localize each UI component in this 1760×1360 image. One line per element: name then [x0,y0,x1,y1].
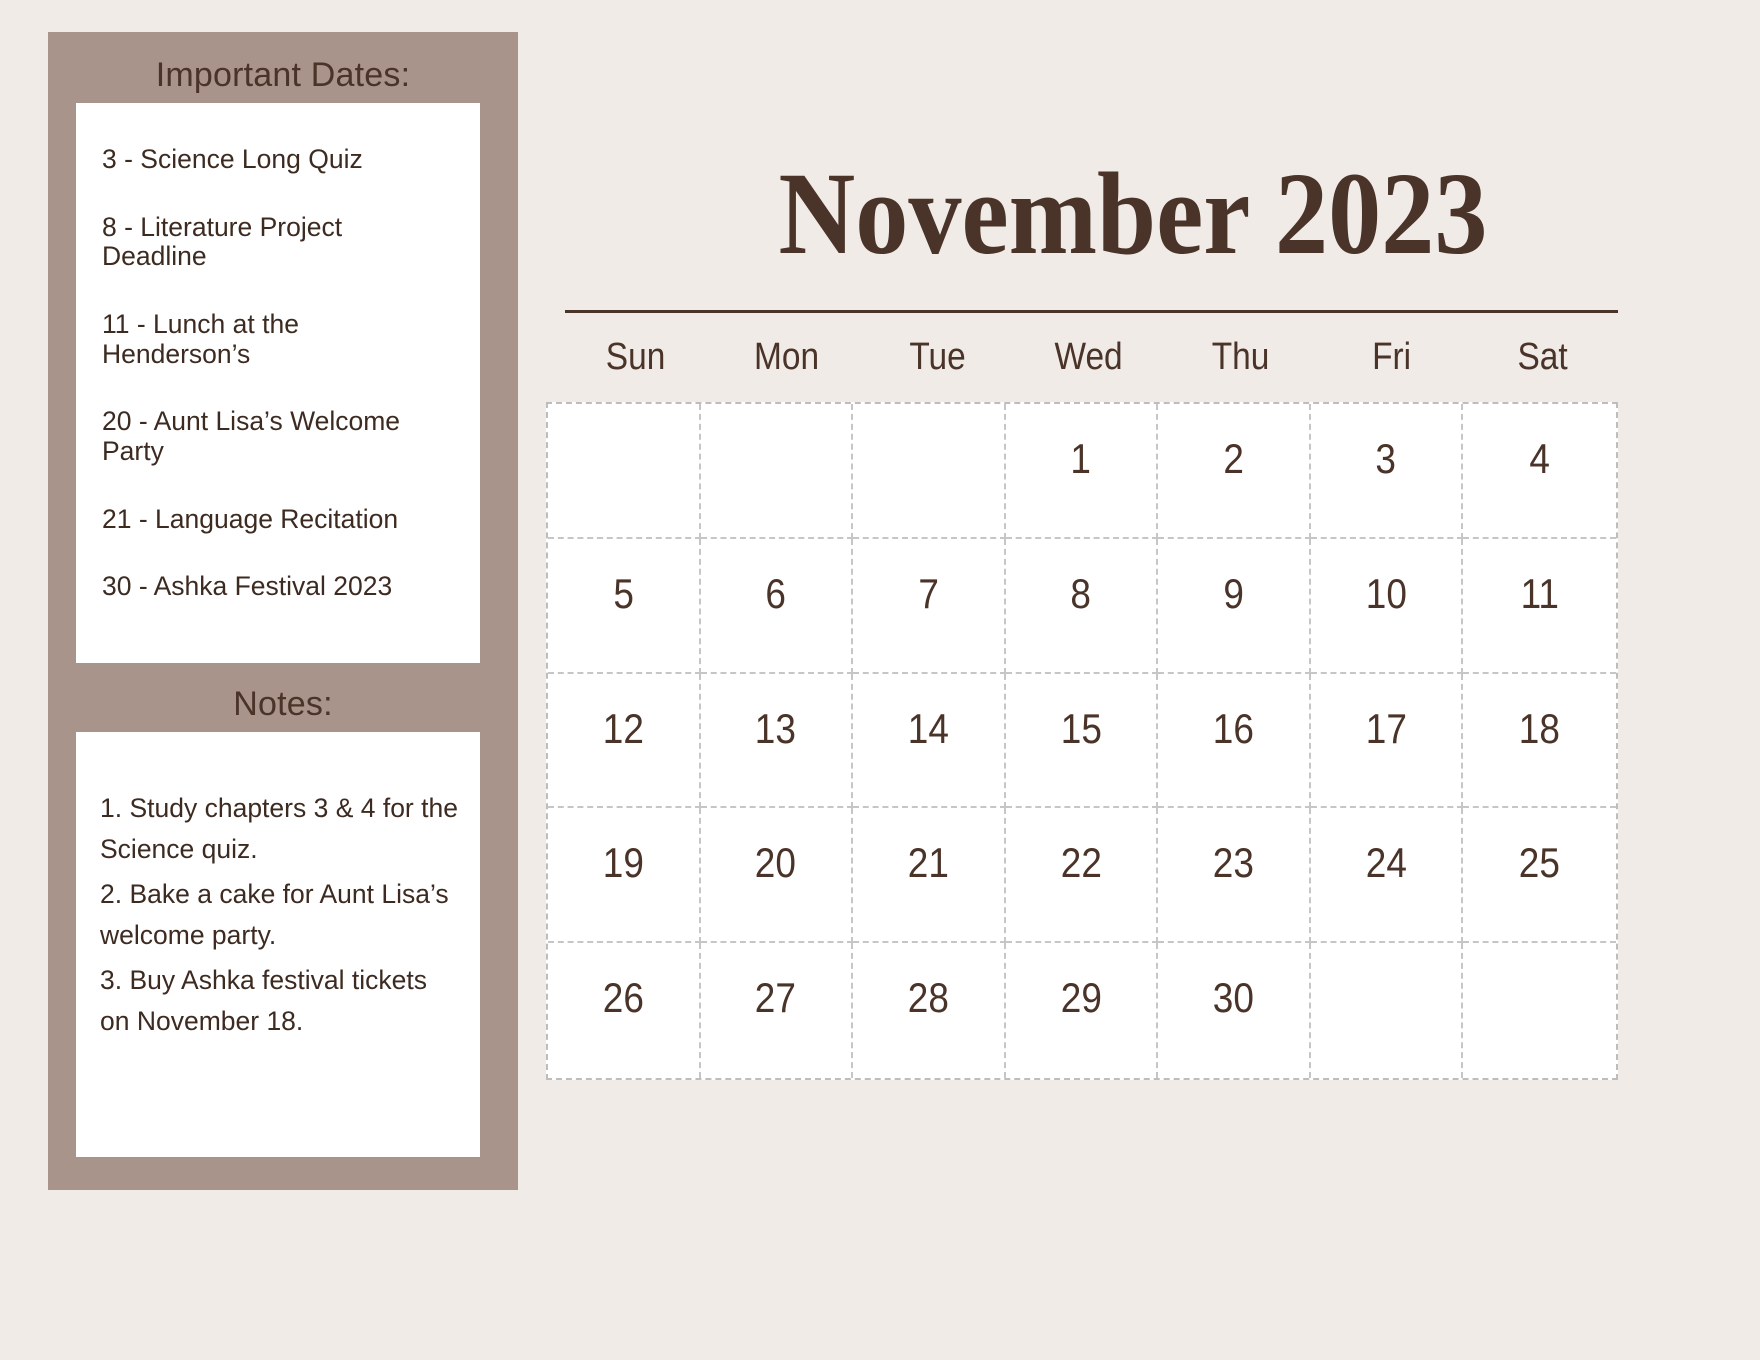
day-number: 5 [612,569,634,617]
day-number: 19 [602,839,644,887]
day-number: 9 [1223,569,1244,617]
calendar-day-cell[interactable]: 16 [1158,673,1311,809]
day-number: 17 [1365,704,1407,752]
calendar-day-cell[interactable]: 19 [548,808,701,944]
day-number: 3 [1375,435,1397,482]
calendar-day-cell[interactable]: 25 [1463,808,1616,944]
important-date-item: 3 - Science Long Quiz [102,144,363,174]
weekday-label-thu: Thu [1211,336,1269,378]
calendar-day-cell[interactable]: 22 [1005,808,1159,944]
title-divider [565,310,1618,313]
notes-panel: 1. Study chapters 3 & 4 for the Science … [76,732,480,1157]
day-number: 23 [1213,839,1255,887]
calendar-empty-cell [1311,943,1464,1078]
calendar-day-cell[interactable]: 13 [700,673,854,809]
note-item: 3. Buy Ashka festival tickets on Novembe… [100,965,427,1037]
day-number: 20 [755,839,797,887]
day-number: 13 [755,704,797,752]
calendar-day-cell[interactable]: 24 [1310,808,1464,944]
day-number: 29 [1060,974,1102,1022]
calendar-day-cell[interactable]: 5 [548,538,701,674]
calendar-day-cell[interactable]: 10 [1310,538,1464,674]
day-number: 4 [1529,435,1550,482]
day-number: 1 [1070,435,1092,482]
sidebar: Important Dates: 3 - Science Long Quiz 8… [48,32,518,1190]
day-number: 2 [1223,435,1244,482]
calendar-day-cell[interactable]: 30 [1158,943,1311,1078]
calendar-empty-cell [548,404,701,539]
day-number: 24 [1365,839,1407,887]
calendar-day-cell[interactable]: 21 [853,808,1006,944]
calendar-day-cell[interactable]: 17 [1310,673,1464,809]
weekday-label-sun: Sun [605,336,666,378]
important-date-item: 21 - Language Recitation [102,503,399,534]
calendar-grid: 1 2 3 4 5 6 7 8 9 10 11 12 13 14 15 16 17 18 19 20 21 22 23 24 2… [546,402,1618,1080]
calendar-panel: November 2023 Sun Mon Tue Wed Thu Fri Sa… [546,0,1720,1360]
weekday-label-fri: Fri [1371,336,1411,378]
day-number: 18 [1519,704,1561,752]
note-item: 1. Study chapters 3 & 4 for the Science … [100,793,458,865]
important-date-item: 11 - Lunch at the Henderson’s [102,309,299,369]
day-number: 22 [1060,839,1102,887]
day-number: 8 [1070,569,1092,617]
weekday-label-tue: Tue [909,336,967,378]
weekday-label-mon: Mon [754,336,820,378]
calendar-day-cell[interactable]: 7 [853,538,1006,674]
day-number: 10 [1365,569,1407,617]
calendar-day-cell[interactable]: 26 [548,943,701,1078]
day-number: 16 [1213,704,1255,752]
calendar-day-cell[interactable]: 6 [700,538,854,674]
calendar-day-cell[interactable]: 20 [700,808,854,944]
calendar-day-cell[interactable]: 27 [701,943,854,1078]
calendar-day-cell[interactable]: 15 [1005,673,1159,809]
calendar-day-cell[interactable]: 2 [1158,404,1311,539]
day-number: 6 [765,569,787,617]
notes-heading: Notes: [233,685,333,723]
weekday-header-row: Sun Mon Tue Wed Thu Fri Sat [560,335,1618,381]
weekday-label-sat: Sat [1517,336,1568,378]
calendar-day-cell[interactable]: 23 [1158,808,1311,944]
day-number: 21 [907,839,949,887]
important-date-item: 8 - Literature Project Deadline [102,211,343,272]
weekday-label-wed: Wed [1054,336,1124,378]
calendar-day-cell[interactable]: 4 [1463,404,1616,539]
calendar-empty-cell [1463,943,1616,1078]
day-number: 11 [1520,569,1559,617]
calendar-day-cell[interactable]: 14 [853,673,1006,809]
day-number: 15 [1060,704,1102,752]
important-dates-panel: 3 - Science Long Quiz 8 - Literature Pro… [76,103,480,663]
important-date-item: 20 - Aunt Lisa’s Welcome Party [102,406,401,467]
calendar-day-cell[interactable]: 3 [1310,404,1464,539]
calendar-empty-cell [853,404,1006,539]
important-dates-heading: Important Dates: [155,56,411,94]
day-number: 26 [602,974,644,1022]
calendar-day-cell[interactable]: 29 [1006,943,1159,1078]
calendar-empty-cell [700,404,854,539]
day-number: 30 [1213,974,1255,1022]
day-number: 28 [907,974,949,1022]
calendar-day-cell[interactable]: 1 [1005,404,1159,539]
day-number: 12 [602,704,644,752]
calendar-day-cell[interactable]: 28 [853,943,1006,1078]
calendar-day-cell[interactable]: 11 [1463,539,1616,674]
day-number: 14 [907,704,949,752]
note-item: 2. Bake a cake for Aunt Lisa’s welcome p… [100,879,449,951]
important-date-item: 30 - Ashka Festival 2023 [102,571,393,602]
calendar-day-cell[interactable]: 12 [548,673,701,809]
calendar-day-cell[interactable]: 8 [1005,538,1159,674]
day-number: 25 [1519,839,1561,887]
day-number: 7 [918,569,939,617]
day-number: 27 [755,974,797,1022]
calendar-day-cell[interactable]: 18 [1463,674,1616,809]
calendar-day-cell[interactable]: 9 [1158,538,1311,674]
month-year-title: November 2023 [778,148,1488,279]
